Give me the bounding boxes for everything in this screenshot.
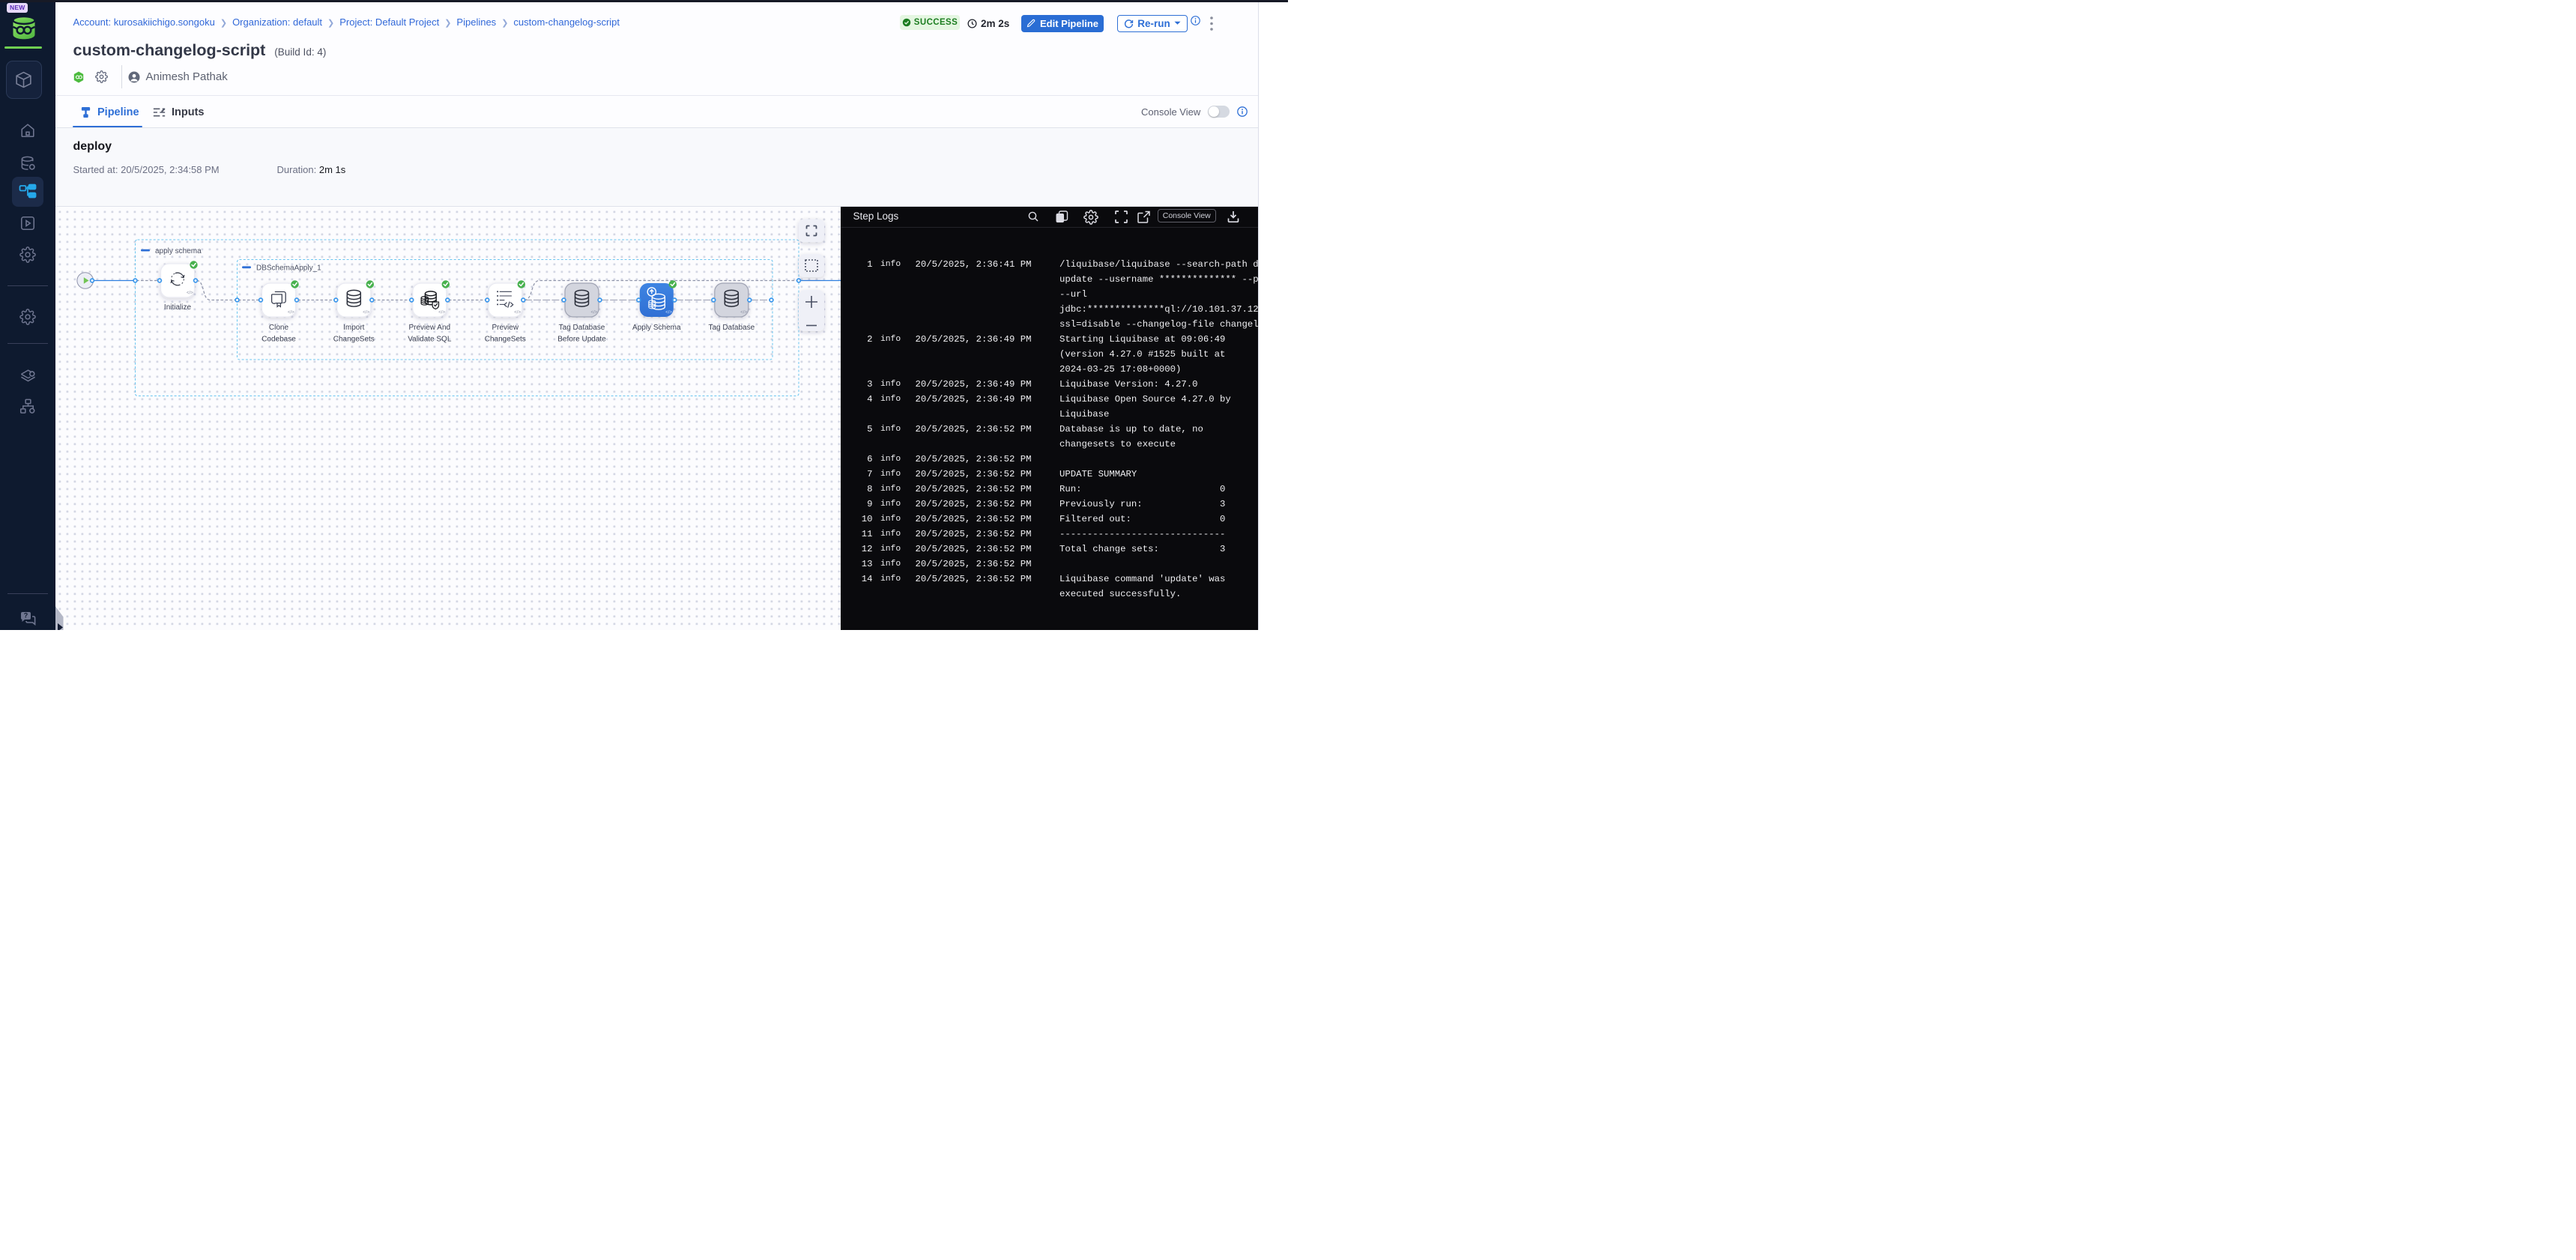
svg-text:ChangeSets: ChangeSets	[485, 336, 526, 344]
svg-text:ChangeSets: ChangeSets	[333, 336, 375, 344]
svg-text:</>: </>	[591, 311, 598, 315]
svg-text:apply schema: apply schema	[155, 247, 202, 255]
svg-text:Tag Database: Tag Database	[708, 324, 755, 332]
svg-text:Preview: Preview	[492, 324, 519, 332]
svg-text:</>: </>	[665, 311, 672, 315]
svg-text:DBSchemaApply_1: DBSchemaApply_1	[256, 264, 321, 273]
svg-text:</>: </>	[740, 311, 747, 315]
svg-text:?: ?	[24, 612, 28, 620]
svg-text:</>: </>	[288, 311, 294, 315]
svg-text:Codebase: Codebase	[261, 336, 296, 344]
svg-text:Initialize: Initialize	[164, 303, 192, 312]
svg-text:</>: </>	[438, 311, 445, 315]
svg-text:</>: </>	[363, 311, 369, 315]
svg-text:Validate SQL: Validate SQL	[408, 336, 452, 344]
svg-text:Apply Schema: Apply Schema	[632, 324, 681, 332]
svg-text:Before Update: Before Update	[557, 336, 606, 344]
svg-text:Clone: Clone	[269, 324, 289, 332]
svg-text:</>: </>	[514, 311, 521, 315]
svg-text:Preview And: Preview And	[409, 324, 451, 332]
svg-text:Tag Database: Tag Database	[559, 324, 605, 332]
svg-text:Import: Import	[343, 324, 365, 332]
svg-text:</>: </>	[187, 291, 193, 296]
